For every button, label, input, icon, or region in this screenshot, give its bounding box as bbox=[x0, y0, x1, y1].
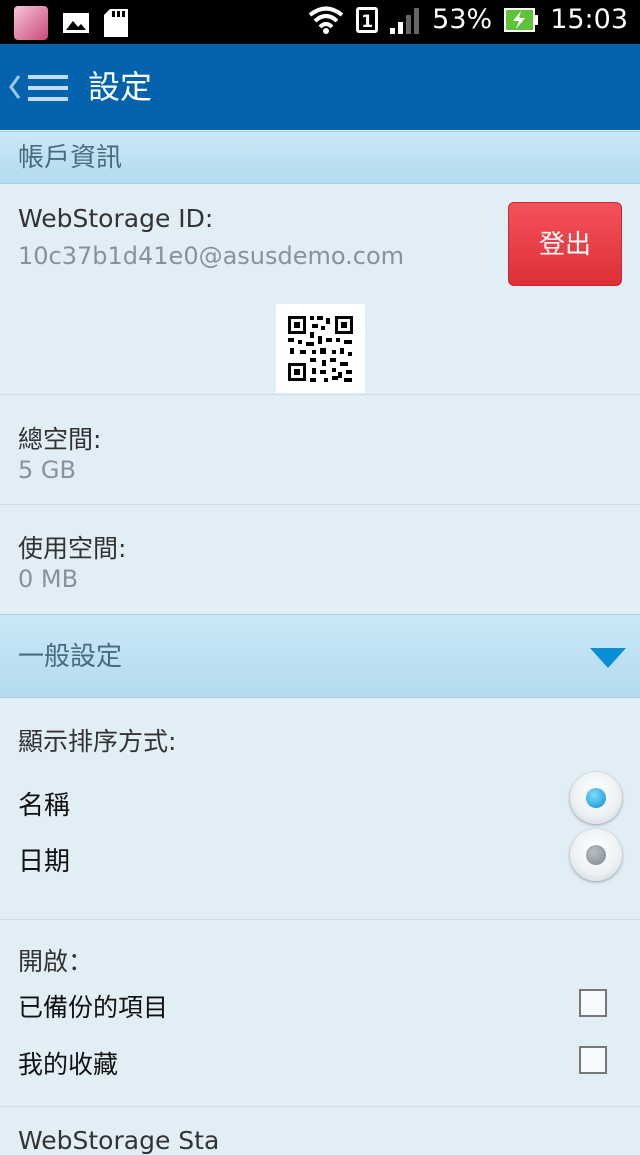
used-space-value: 0 MB bbox=[18, 565, 79, 593]
total-space-value: 5 GB bbox=[18, 456, 76, 484]
divider bbox=[0, 919, 640, 920]
sort-option-name-label: 名稱 bbox=[18, 791, 71, 821]
account-section-header: 帳戶資訊 bbox=[0, 131, 640, 184]
collapse-triangle-icon[interactable] bbox=[590, 648, 626, 668]
backed-up-items-label: 已備份的項目 bbox=[18, 993, 169, 1022]
app-avatar-icon bbox=[14, 6, 48, 40]
webstorage-status-partial-label: WebStorage Sta bbox=[18, 1126, 220, 1155]
menu-icon[interactable] bbox=[28, 75, 68, 101]
open-label: 開啟： bbox=[18, 947, 94, 976]
wifi-icon bbox=[308, 6, 344, 34]
signal-icon bbox=[390, 7, 420, 34]
app-bar: 設定 bbox=[0, 44, 640, 130]
sort-option-date-radio[interactable] bbox=[570, 829, 622, 881]
total-space-label: 總空間: bbox=[18, 425, 102, 454]
sim-icon: 1 bbox=[356, 6, 379, 33]
status-bar: 1 53% 15:03 bbox=[0, 0, 640, 44]
battery-charging-icon bbox=[504, 7, 539, 32]
radio-selected-dot bbox=[586, 788, 606, 808]
favorites-checkbox[interactable] bbox=[579, 1046, 607, 1074]
radio-unselected-dot bbox=[586, 845, 606, 865]
sort-option-date-label: 日期 bbox=[18, 847, 71, 877]
used-space-label: 使用空間: bbox=[18, 534, 127, 563]
gallery-icon bbox=[63, 13, 89, 33]
qr-code-icon bbox=[276, 304, 365, 393]
webstorage-id-label: WebStorage ID: bbox=[18, 204, 214, 233]
page-title: 設定 bbox=[88, 68, 153, 106]
divider bbox=[0, 1106, 640, 1107]
general-section-header[interactable]: 一般設定 bbox=[0, 614, 640, 698]
battery-percent: 53% bbox=[432, 4, 493, 35]
general-section-title: 一般設定 bbox=[18, 642, 123, 672]
divider bbox=[0, 394, 640, 395]
logout-button[interactable]: 登出 bbox=[508, 202, 622, 286]
webstorage-id-value: 10c37b1d41e0@asusdemo.com bbox=[18, 242, 405, 270]
sort-order-label: 顯示排序方式: bbox=[18, 727, 177, 756]
sort-option-name-radio[interactable] bbox=[570, 772, 622, 824]
clock: 15:03 bbox=[550, 4, 628, 35]
divider bbox=[0, 504, 640, 505]
favorites-label: 我的收藏 bbox=[18, 1050, 119, 1079]
back-chevron-icon[interactable] bbox=[8, 74, 22, 100]
sd-card-icon bbox=[104, 9, 128, 37]
backed-up-items-checkbox[interactable] bbox=[579, 989, 607, 1017]
